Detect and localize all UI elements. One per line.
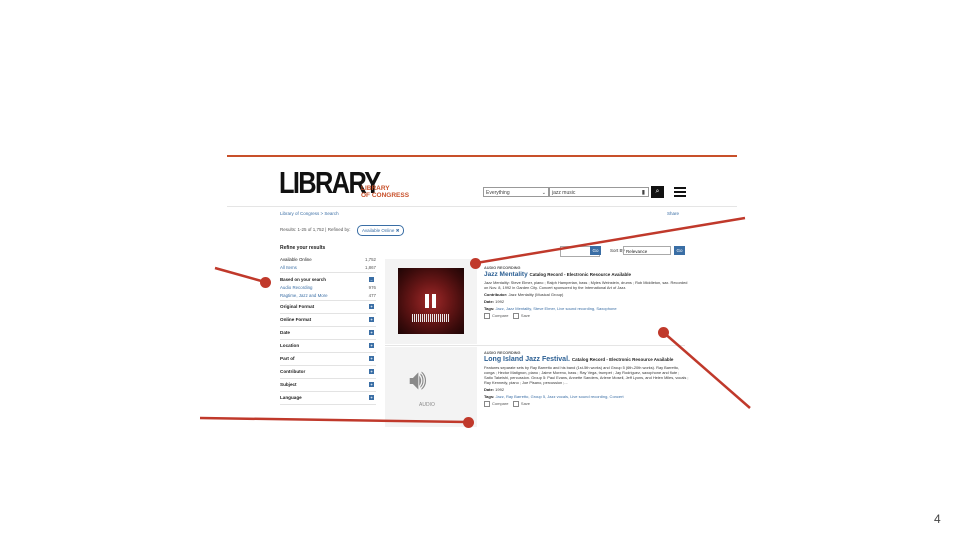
annotation-lines [199, 216, 751, 424]
annotation-dot [260, 277, 271, 288]
annotation-dot [658, 327, 669, 338]
annotation-dot [463, 417, 474, 428]
annotation-line-left [214, 266, 266, 284]
annotation-line-top [475, 216, 746, 265]
annotation-dot [470, 258, 481, 269]
annotation-line-bottom [199, 416, 469, 424]
annotation-line-right [662, 331, 751, 409]
slide-page-number: 4 [934, 512, 941, 526]
